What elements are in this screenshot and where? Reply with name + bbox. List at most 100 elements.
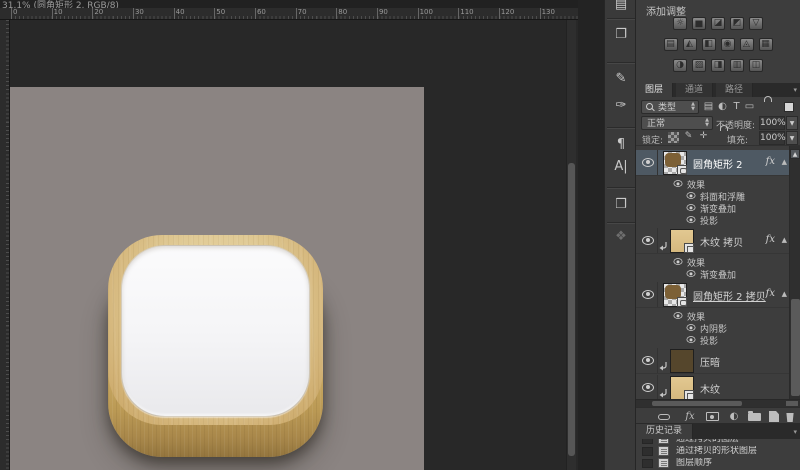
layer-thumbnail[interactable] xyxy=(670,376,694,399)
opacity-value[interactable]: 100% xyxy=(759,116,785,130)
lock-all-icon[interactable] xyxy=(713,129,724,140)
history-source-checkbox[interactable] xyxy=(642,439,653,444)
fx-collapse-icon[interactable]: ▲ xyxy=(782,236,787,244)
panel-menu-icon[interactable]: ▾ xyxy=(793,86,797,94)
visibility-eye-icon[interactable] xyxy=(687,204,696,211)
layer-row[interactable]: 圆角矩形 2 拷贝fx▲ xyxy=(636,282,789,308)
scrollbar-thumb[interactable] xyxy=(568,163,575,456)
fx-collapse-icon[interactable]: ▲ xyxy=(782,158,787,166)
black-white-adjustment-icon[interactable]: ◧ xyxy=(702,38,716,51)
effect-name[interactable]: 渐变叠加 xyxy=(700,268,736,281)
scrollbar-thumb[interactable] xyxy=(652,401,742,406)
exposure-adjustment-icon[interactable]: ◩ xyxy=(730,17,744,30)
lock-transparency-icon[interactable] xyxy=(668,132,679,143)
layer-row[interactable]: 渐变叠加 xyxy=(636,202,789,213)
hue-saturation-adjustment-icon[interactable]: ▤ xyxy=(664,38,678,51)
history-source-checkbox[interactable] xyxy=(642,459,653,468)
color-lookup-adjustment-icon[interactable]: ▦ xyxy=(759,38,773,51)
blend-mode-dropdown[interactable]: 正常 ▲▼ xyxy=(641,116,713,130)
color-balance-adjustment-icon[interactable]: ◭ xyxy=(683,38,697,51)
layer-fx-label[interactable]: fx xyxy=(766,234,775,245)
layer-name[interactable]: 压暗 xyxy=(700,354,720,369)
visibility-eye-icon[interactable] xyxy=(642,290,654,299)
visibility-eye-icon[interactable] xyxy=(642,158,654,167)
layer-row[interactable]: 斜面和浮雕 xyxy=(636,190,789,201)
vertical-ruler[interactable] xyxy=(0,20,10,470)
tab-图层[interactable]: 图层 xyxy=(636,83,673,97)
layers-scrollbar[interactable]: ▲ xyxy=(789,146,800,399)
gradient-map-adjustment-icon[interactable]: ▥ xyxy=(730,59,744,72)
layer-name[interactable]: 圆角矩形 2 xyxy=(693,156,743,171)
layer-row[interactable]: 效果 xyxy=(636,256,789,267)
lock-pixels-brush-icon[interactable]: ✎ xyxy=(683,131,694,142)
layer-thumbnail[interactable] xyxy=(670,349,694,373)
layer-row[interactable]: 效果 xyxy=(636,178,789,189)
panel-menu-icon[interactable]: ▾ xyxy=(793,428,797,436)
scrollbar-thumb[interactable] xyxy=(791,299,800,396)
layer-row[interactable]: 木纹 拷贝 fx ▲ xyxy=(636,228,789,254)
vibrance-adjustment-icon[interactable]: ▽ xyxy=(749,17,763,30)
layer-filter-dropdown[interactable]: 类型 ▲▼ xyxy=(641,100,699,114)
layer-thumbnail[interactable] xyxy=(663,283,687,307)
tab-history[interactable]: 历史记录 xyxy=(636,424,693,439)
document-canvas[interactable] xyxy=(10,87,424,470)
layer-thumbnail[interactable] xyxy=(663,151,687,175)
visibility-eye-icon[interactable] xyxy=(674,312,683,319)
swatches-icon[interactable]: ▤ xyxy=(611,0,631,14)
layer-row[interactable]: 投影 xyxy=(636,214,789,225)
layer-name[interactable]: 圆角矩形 2 拷贝 xyxy=(693,288,766,303)
visibility-eye-icon[interactable] xyxy=(687,216,696,223)
visibility-eye-icon[interactable] xyxy=(642,356,654,365)
new-group-icon[interactable] xyxy=(746,410,762,423)
layer-row[interactable]: 圆角矩形 2 fx ▲ xyxy=(636,150,789,176)
new-layer-icon[interactable] xyxy=(766,410,782,423)
link-layers-icon[interactable] xyxy=(656,410,672,423)
opacity-dropdown-button[interactable]: ▼ xyxy=(786,116,798,130)
curves-adjustment-icon[interactable]: ◪ xyxy=(711,17,725,30)
filter-smart-objects-icon[interactable] xyxy=(756,100,769,113)
brush-presets-icon[interactable]: ✑ xyxy=(611,97,631,115)
history-item[interactable]: 通过拷贝的形状图层 xyxy=(636,446,800,458)
pasteboard[interactable] xyxy=(10,20,578,470)
layer-name[interactable]: 木纹 xyxy=(700,381,720,396)
scrollbar-corner[interactable] xyxy=(786,401,798,406)
layer-fx-label[interactable]: fx xyxy=(766,288,775,299)
tab-路径[interactable]: 路径 xyxy=(716,83,753,97)
fill-dropdown-button[interactable]: ▼ xyxy=(786,131,798,145)
layer-mask-icon[interactable] xyxy=(704,410,720,423)
filter-adjustment-layers-icon[interactable]: ◐ xyxy=(716,100,729,113)
paragraph-icon[interactable]: ¶ xyxy=(611,136,631,154)
layer-row[interactable]: 木纹 xyxy=(636,375,789,399)
layer-name[interactable]: 木纹 拷贝 xyxy=(700,234,743,249)
threshold-adjustment-icon[interactable]: ◨ xyxy=(711,59,725,72)
visibility-eye-icon[interactable] xyxy=(687,192,696,199)
clone-source-icon[interactable]: ❐ xyxy=(611,26,631,44)
layer-style-icon[interactable]: fx xyxy=(682,410,698,423)
horizontal-ruler[interactable]: 0102030405060708090100110120130 xyxy=(0,8,578,20)
visibility-eye-icon[interactable] xyxy=(687,336,696,343)
filter-pixel-layers-icon[interactable]: ▤ xyxy=(702,100,715,113)
wooden-app-icon-artwork[interactable] xyxy=(108,235,323,457)
visibility-eye-icon[interactable] xyxy=(687,324,696,331)
photo-filter-adjustment-icon[interactable]: ◉ xyxy=(721,38,735,51)
filter-switch-icon[interactable] xyxy=(784,102,794,112)
invert-adjustment-icon[interactable]: ◑ xyxy=(673,59,687,72)
layer-fx-label[interactable]: fx xyxy=(766,156,775,167)
history-source-checkbox[interactable] xyxy=(642,447,653,456)
layer-row[interactable]: 压暗 xyxy=(636,348,789,374)
character-icon[interactable]: A| xyxy=(611,158,631,176)
visibility-eye-icon[interactable] xyxy=(674,180,683,187)
effect-name[interactable]: 投影 xyxy=(700,214,718,227)
lock-position-icon[interactable]: ✛ xyxy=(698,131,709,142)
adjustment-layer-icon[interactable]: ◐ xyxy=(726,410,742,423)
tab-通道[interactable]: 通道 xyxy=(676,83,713,97)
filter-shape-layers-icon[interactable]: ▭ xyxy=(743,100,756,113)
layer-row[interactable]: 效果 xyxy=(636,310,789,321)
visibility-eye-icon[interactable] xyxy=(642,236,654,245)
notes-icon[interactable]: ❖ xyxy=(611,228,631,246)
fill-value[interactable]: 100% xyxy=(759,131,785,145)
layer-row[interactable]: 内阴影 xyxy=(636,322,789,333)
visibility-eye-icon[interactable] xyxy=(642,383,654,392)
levels-adjustment-icon[interactable]: ▅ xyxy=(692,17,706,30)
visibility-eye-icon[interactable] xyxy=(674,258,683,265)
